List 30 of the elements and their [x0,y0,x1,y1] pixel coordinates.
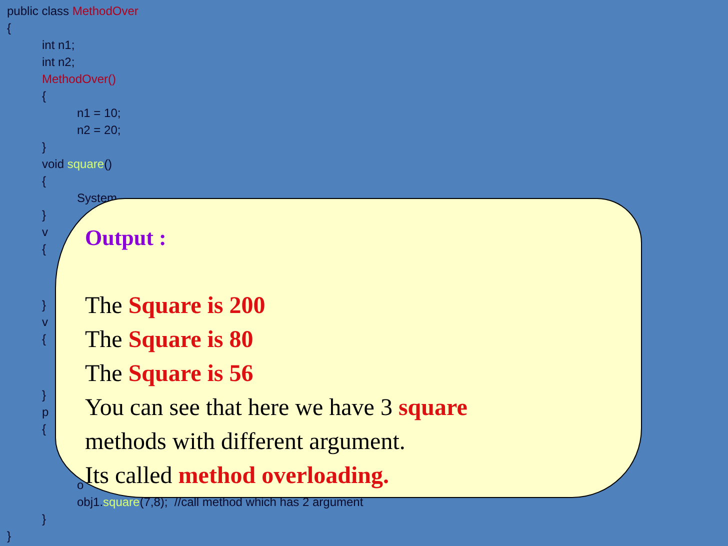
output-text-line: Its called method overloading. [85,462,389,491]
code-line: { [7,20,12,37]
code-line: public class MethodOver [7,3,138,20]
output-text-line: The Square is 200 [85,292,266,321]
code-line: o [76,477,84,494]
code-line: v [41,224,48,241]
code-line: int n2; [41,54,75,71]
code-line: n2 = 20; [76,122,121,139]
code-line: } [41,297,46,314]
code-line: void square() [41,156,112,173]
code-line: n1 = 10; [76,105,121,122]
code-line: int n1; [41,37,75,54]
code-line: } [41,387,46,404]
output-text-line: You can see that here we have 3 square [85,394,468,423]
code-line: { [41,173,46,190]
output-text-line: methods with different argument. [85,428,406,457]
code-line: } [41,139,46,156]
output-heading: Output : [85,224,166,252]
output-text-line: The Square is 80 [85,326,254,355]
code-line: { [41,88,46,105]
code-line: v [41,314,48,331]
output-text-line: The Square is 56 [85,360,254,389]
code-line: MethodOver() [41,71,116,88]
code-line: { [41,241,46,258]
code-line: } [7,528,12,545]
code-line: } [41,511,46,528]
code-line: p [41,404,49,421]
code-line: { [41,331,46,348]
code-line: } [41,207,46,224]
code-line: { [41,421,46,438]
